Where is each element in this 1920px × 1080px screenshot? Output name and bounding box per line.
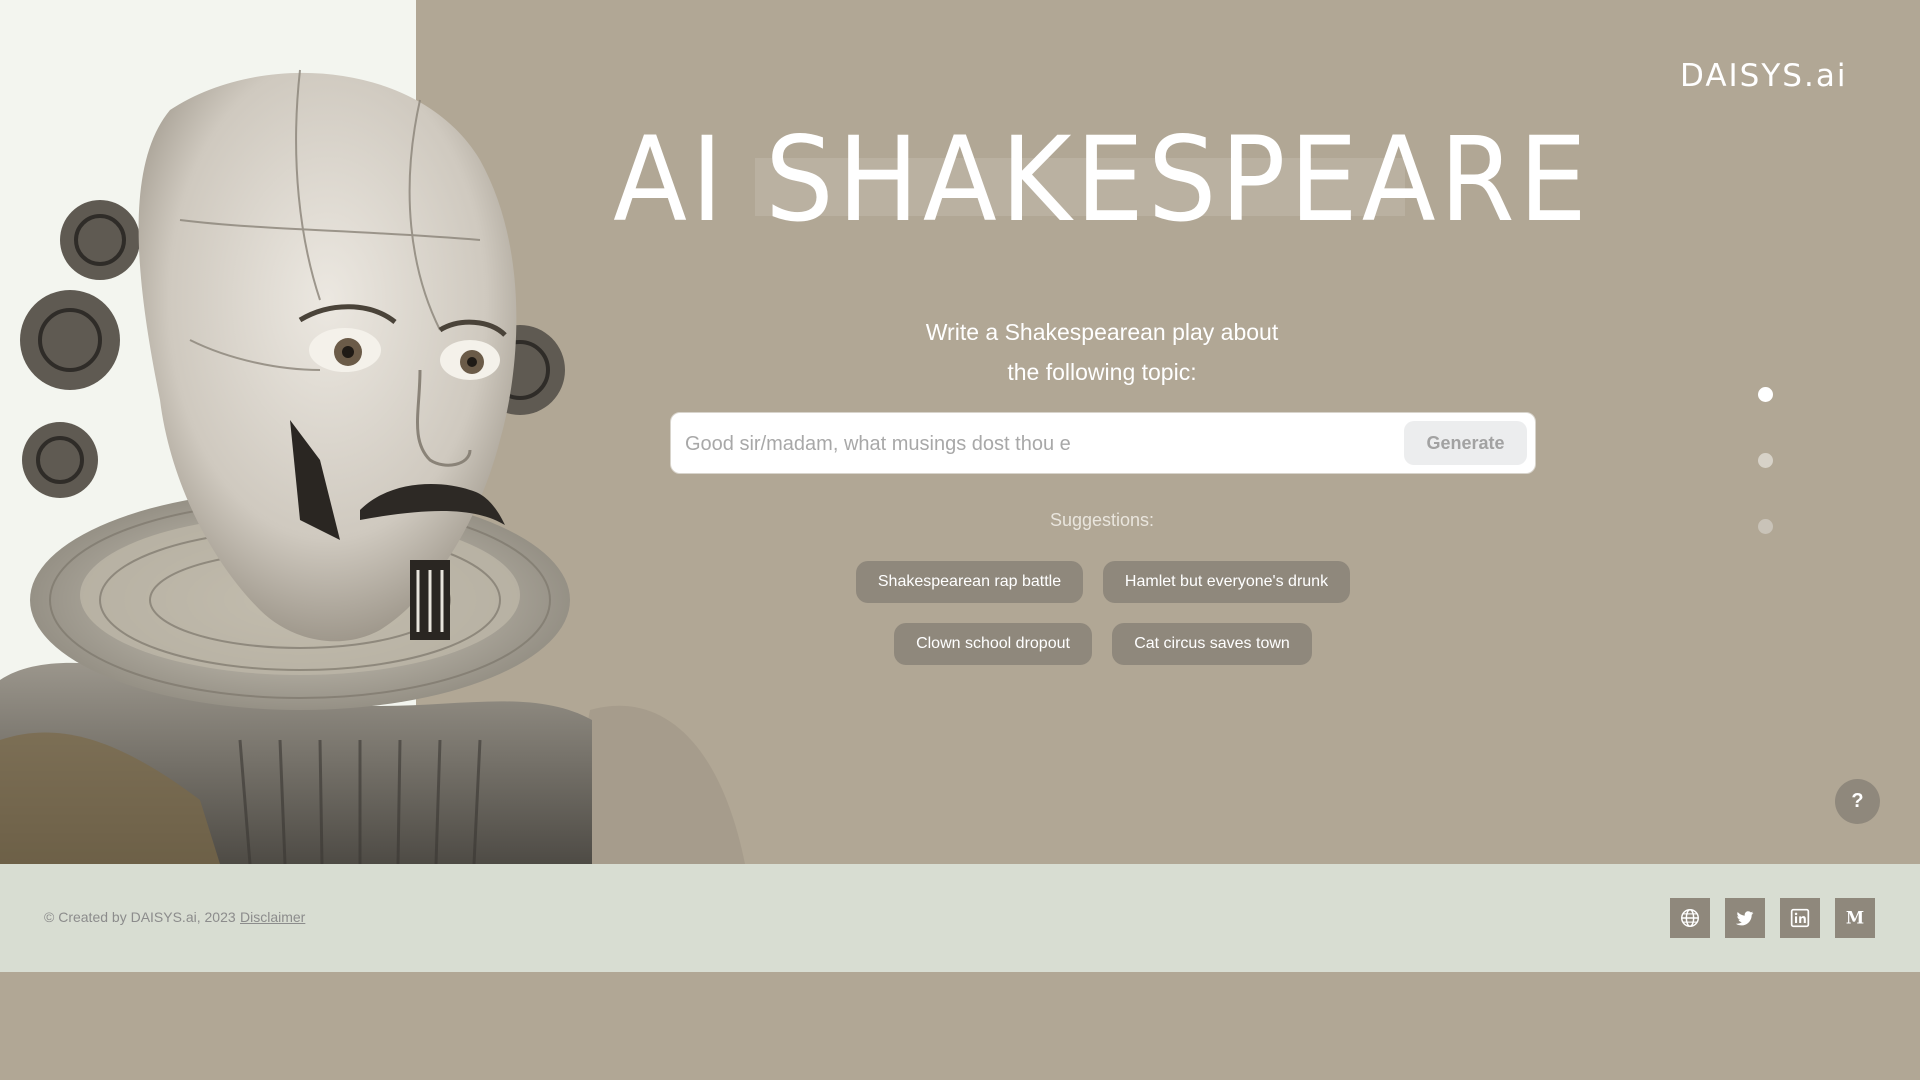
generate-button[interactable]: Generate [1404, 421, 1527, 465]
footer-credit: © Created by DAISYS.ai, 2023 [44, 909, 236, 925]
pager-dot-3[interactable] [1758, 519, 1773, 534]
footer: © Created by DAISYS.ai, 2023 Disclaimer [0, 864, 1920, 972]
suggestion-chip-hamlet-drunk[interactable]: Hamlet but everyone's drunk [1103, 561, 1350, 603]
twitter-link[interactable] [1725, 898, 1765, 938]
pager-dot-1-active[interactable] [1758, 387, 1773, 402]
help-button[interactable]: ? [1835, 779, 1880, 824]
medium-link[interactable]: M [1835, 898, 1875, 938]
pager-dot-2[interactable] [1758, 453, 1773, 468]
svg-text:M: M [1846, 909, 1864, 928]
topic-input-container: Generate [670, 412, 1536, 474]
prompt-line-2: the following topic: [1007, 359, 1197, 385]
page-title: AI SHAKESPEARE [613, 113, 1591, 248]
daisys-logo[interactable]: DAISYS.ai [1680, 58, 1847, 94]
prompt-line-1: Write a Shakespearean play about [925, 319, 1279, 345]
disclaimer-link[interactable]: Disclaimer [240, 909, 305, 925]
website-link[interactable] [1670, 898, 1710, 938]
linkedin-icon [1790, 908, 1810, 928]
hero-section: DAISYS.ai AI SHAKESPEARE Write a Shakesp… [0, 0, 1920, 864]
medium-icon: M [1846, 909, 1864, 928]
page: DAISYS.ai AI SHAKESPEARE Write a Shakesp… [0, 0, 1920, 1080]
globe-icon [1681, 909, 1699, 927]
bottom-strip [0, 972, 1920, 1080]
twitter-icon [1735, 911, 1754, 926]
linkedin-link[interactable] [1780, 898, 1820, 938]
suggestion-chip-clown-school[interactable]: Clown school dropout [894, 623, 1092, 665]
suggestions-label: Suggestions: [1049, 510, 1155, 530]
suggestion-chip-rap-battle[interactable]: Shakespearean rap battle [856, 561, 1083, 603]
suggestion-chip-cat-circus[interactable]: Cat circus saves town [1112, 623, 1312, 665]
topic-input[interactable] [683, 423, 1387, 465]
prompt-text: Write a Shakespearean play about the fol… [0, 312, 1920, 392]
